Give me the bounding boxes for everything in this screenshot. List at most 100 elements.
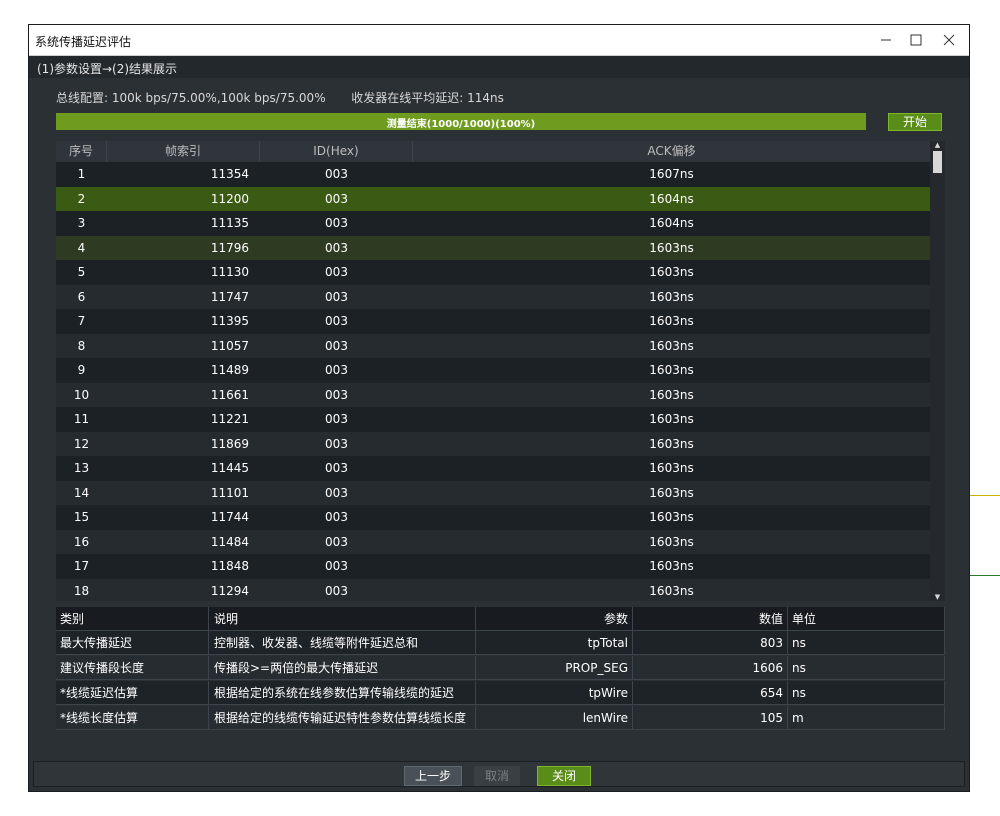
close-button[interactable]: 关闭 [537, 766, 591, 786]
bus-config-label: 总线配置: [56, 91, 109, 105]
row-id: 003 [325, 510, 348, 524]
table-row[interactable]: 17 11848 003 1603ns [56, 554, 930, 579]
table-row[interactable]: 10 11661 003 1603ns [56, 382, 930, 407]
background-line [970, 575, 1000, 576]
footer-bar: 上一步 取消 关闭 [33, 761, 965, 787]
config-line: 总线配置: 100k bps/75.00%,100k bps/75.00% 收发… [56, 89, 504, 106]
info-description: 根据给定的系统在线参数估算传输线缆的延迟 [209, 681, 476, 705]
table-row[interactable]: 5 11130 003 1603ns [56, 260, 930, 285]
info-unit: ns [788, 656, 945, 680]
row-index: 14 [73, 485, 90, 500]
minimize-icon [881, 39, 891, 41]
table-row[interactable]: 6 11747 003 1603ns [56, 284, 930, 309]
scroll-up-icon[interactable]: ▲ [933, 141, 942, 149]
background-line [970, 495, 1000, 496]
table-row[interactable]: 8 11057 003 1603ns [56, 333, 930, 358]
row-frame-index: 11057 [210, 338, 249, 353]
info-category: *线缆长度估算 [56, 706, 209, 730]
info-value: 803 [633, 631, 788, 655]
close-window-button[interactable] [935, 28, 963, 52]
table-scrollbar[interactable]: ▲ ▼ [930, 141, 945, 601]
header-ack-offset[interactable]: ACK偏移 [413, 141, 930, 162]
header-index[interactable]: 序号 [56, 141, 107, 162]
previous-step-button[interactable]: 上一步 [404, 766, 462, 786]
info-unit: ns [788, 681, 945, 705]
breadcrumb: (1)参数设置→(2)结果展示 [29, 56, 969, 78]
row-frame-index: 11747 [210, 289, 249, 304]
close-icon [943, 34, 955, 46]
row-id: 003 [325, 412, 348, 426]
row-ack-offset: 1603ns [649, 314, 694, 328]
row-frame-index: 11200 [210, 191, 249, 206]
row-ack-offset: 1604ns [649, 191, 694, 206]
summary-row: *线缆延迟估算 根据给定的系统在线参数估算传输线缆的延迟 tpWire 654 ns [56, 681, 945, 705]
row-ack-offset: 1603ns [649, 559, 694, 573]
row-index: 11 [73, 412, 90, 426]
info-unit: m [788, 706, 945, 730]
row-index: 10 [73, 387, 90, 402]
row-frame-index: 11848 [210, 559, 249, 573]
bus-config-value: 100k bps/75.00%,100k bps/75.00% [111, 91, 326, 105]
row-index: 7 [77, 314, 86, 328]
table-row[interactable]: 12 11869 003 1603ns [56, 431, 930, 456]
info-description: 传播段>=两倍的最大传播延迟 [209, 656, 476, 680]
table-row[interactable]: 18 11294 003 1603ns [56, 578, 930, 601]
summary-header: 类别 说明 参数 数值 单位 [56, 607, 945, 631]
info-value: 1606 [633, 656, 788, 680]
row-ack-offset: 1607ns [649, 167, 694, 181]
progress-text: 测量结束(1000/1000)(100%) [386, 119, 536, 130]
row-id: 003 [325, 289, 348, 304]
start-button[interactable]: 开始 [888, 113, 942, 131]
maximize-icon [910, 34, 922, 46]
summary-row: *线缆长度估算 根据给定的线缆传输延迟特性参数估算线缆长度 lenWire 105 m [56, 706, 945, 730]
row-id: 003 [325, 485, 348, 500]
info-param: tpWire [476, 681, 633, 705]
scroll-thumb[interactable] [933, 151, 942, 173]
table-row[interactable]: 4 11796 003 1603ns [56, 235, 930, 260]
row-ack-offset: 1603ns [649, 534, 694, 549]
table-row[interactable]: 2 11200 003 1604ns [56, 186, 930, 211]
table-row[interactable]: 9 11489 003 1603ns [56, 358, 930, 383]
row-frame-index: 11445 [210, 461, 249, 475]
table-row[interactable]: 13 11445 003 1603ns [56, 456, 930, 481]
table-row[interactable]: 1 11354 003 1607ns [56, 162, 930, 187]
info-header-value: 数值 [633, 607, 788, 631]
info-header-category: 类别 [56, 607, 209, 631]
table-row[interactable]: 7 11395 003 1603ns [56, 309, 930, 334]
row-ack-offset: 1603ns [649, 485, 694, 500]
row-index: 8 [77, 338, 86, 353]
row-id: 003 [325, 240, 348, 255]
row-ack-offset: 1603ns [649, 265, 694, 279]
table-row[interactable]: 16 11484 003 1603ns [56, 529, 930, 554]
row-id: 003 [325, 387, 348, 402]
info-header-unit: 单位 [788, 607, 945, 631]
row-frame-index: 11294 [210, 583, 249, 598]
info-param: PROP_SEG [476, 656, 633, 680]
table-header: 序号 帧索引 ID(Hex) ACK偏移 [56, 141, 930, 162]
row-index: 15 [73, 510, 90, 524]
row-id: 003 [325, 338, 348, 353]
row-frame-index: 11354 [210, 167, 249, 181]
scroll-down-icon[interactable]: ▼ [933, 593, 942, 601]
row-frame-index: 11744 [210, 510, 249, 524]
table-row[interactable]: 14 11101 003 1603ns [56, 480, 930, 505]
row-frame-index: 11135 [210, 216, 249, 230]
row-ack-offset: 1604ns [649, 216, 694, 230]
table-row[interactable]: 11 11221 003 1603ns [56, 407, 930, 432]
table-row[interactable]: 15 11744 003 1603ns [56, 505, 930, 530]
header-frame-index[interactable]: 帧索引 [107, 141, 260, 162]
row-id: 003 [325, 583, 348, 598]
row-index: 12 [73, 436, 90, 451]
header-id[interactable]: ID(Hex) [260, 141, 413, 162]
minimize-button[interactable] [872, 28, 900, 52]
row-ack-offset: 1603ns [649, 436, 694, 451]
maximize-button[interactable] [902, 28, 930, 52]
cancel-button[interactable]: 取消 [474, 766, 520, 786]
info-value: 654 [633, 681, 788, 705]
row-id: 003 [325, 461, 348, 475]
row-ack-offset: 1603ns [649, 387, 694, 402]
row-ack-offset: 1603ns [649, 510, 694, 524]
table-row[interactable]: 3 11135 003 1604ns [56, 211, 930, 236]
info-header-description: 说明 [209, 607, 476, 631]
row-id: 003 [325, 436, 348, 451]
